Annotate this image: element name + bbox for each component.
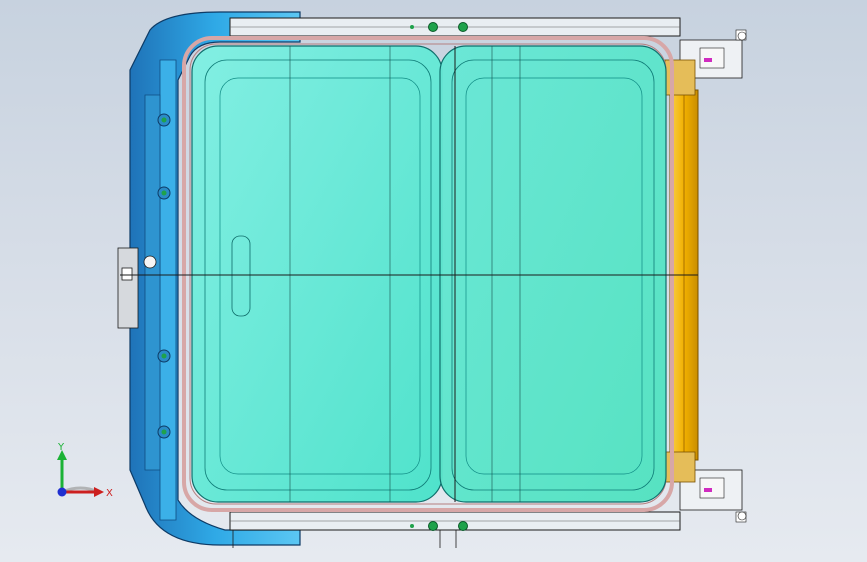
axis-label-y: Y	[57, 442, 65, 453]
drive-bar	[664, 59, 699, 483]
cad-viewport[interactable]	[0, 0, 867, 562]
front-glass-panel	[191, 45, 443, 503]
axis-label-x: X	[106, 488, 113, 499]
fasteners	[737, 31, 747, 521]
coordinate-triad: Y X	[57, 442, 113, 499]
rear-glass-panel	[439, 45, 667, 503]
